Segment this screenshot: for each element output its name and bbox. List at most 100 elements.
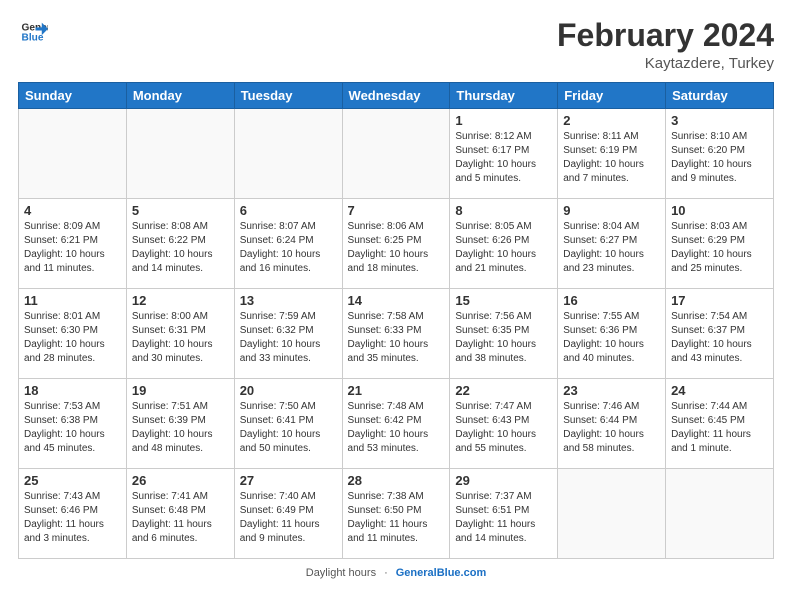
day-header-saturday: Saturday: [666, 83, 774, 109]
week-row-4: 18 Sunrise: 7:53 AMSunset: 6:38 PMDayligh…: [19, 379, 774, 469]
day-number: 23: [563, 383, 660, 398]
week-row-3: 11 Sunrise: 8:01 AMSunset: 6:30 PMDayligh…: [19, 289, 774, 379]
day-info: Sunrise: 8:01 AMSunset: 6:30 PMDaylight:…: [24, 310, 121, 366]
day-info: Sunrise: 8:07 AMSunset: 6:24 PMDaylight:…: [240, 220, 337, 276]
day-info: Sunrise: 7:56 AMSunset: 6:35 PMDaylight:…: [455, 310, 552, 366]
day-cell-12: 12 Sunrise: 8:00 AMSunset: 6:31 PMDayligh…: [126, 289, 234, 379]
day-cell-10: 10 Sunrise: 8:03 AMSunset: 6:29 PMDayligh…: [666, 199, 774, 289]
day-number: 12: [132, 293, 229, 308]
day-number: 3: [671, 113, 768, 128]
day-info: Sunrise: 8:10 AMSunset: 6:20 PMDaylight:…: [671, 130, 768, 186]
day-header-sunday: Sunday: [19, 83, 127, 109]
day-number: 19: [132, 383, 229, 398]
day-number: 17: [671, 293, 768, 308]
day-number: 25: [24, 473, 121, 488]
day-header-monday: Monday: [126, 83, 234, 109]
day-info: Sunrise: 7:47 AMSunset: 6:43 PMDaylight:…: [455, 400, 552, 456]
day-number: 22: [455, 383, 552, 398]
day-number: 5: [132, 203, 229, 218]
title-location: Kaytazdere, Turkey: [557, 55, 774, 72]
day-number: 24: [671, 383, 768, 398]
day-cell-22: 22 Sunrise: 7:47 AMSunset: 6:43 PMDayligh…: [450, 379, 558, 469]
day-cell-16: 16Sunrise: 7:55 AMSunset: 6:36 PMDayligh…: [558, 289, 666, 379]
day-info: Sunrise: 7:54 AMSunset: 6:37 PMDaylight:…: [671, 310, 768, 366]
day-info: Sunrise: 8:12 AMSunset: 6:17 PMDaylight:…: [455, 130, 552, 186]
day-number: 28: [348, 473, 445, 488]
day-number: 18: [24, 383, 121, 398]
day-header-tuesday: Tuesday: [234, 83, 342, 109]
day-cell-25: 25 Sunrise: 7:43 AMSunset: 6:46 PMDayligh…: [19, 469, 127, 559]
week-row-5: 25 Sunrise: 7:43 AMSunset: 6:46 PMDayligh…: [19, 469, 774, 559]
day-cell-2: 2 Sunrise: 8:11 AMSunset: 6:19 PMDaylight…: [558, 109, 666, 199]
day-info: Sunrise: 8:08 AMSunset: 6:22 PMDaylight:…: [132, 220, 229, 276]
empty-cell: [19, 109, 127, 199]
day-cell-6: 6 Sunrise: 8:07 AMSunset: 6:24 PMDaylight…: [234, 199, 342, 289]
daylight-label: Daylight hours: [306, 567, 376, 579]
day-info: Sunrise: 8:03 AMSunset: 6:29 PMDaylight:…: [671, 220, 768, 276]
day-info: Sunrise: 8:09 AMSunset: 6:21 PMDaylight:…: [24, 220, 121, 276]
day-cell-13: 13 Sunrise: 7:59 AMSunset: 6:32 PMDayligh…: [234, 289, 342, 379]
day-cell-27: 27 Sunrise: 7:40 AMSunset: 6:49 PMDayligh…: [234, 469, 342, 559]
day-info: Sunrise: 8:06 AMSunset: 6:25 PMDaylight:…: [348, 220, 445, 276]
footer: Daylight hours · GeneralBlue.com: [18, 567, 774, 579]
day-info: Sunrise: 7:43 AMSunset: 6:46 PMDaylight:…: [24, 490, 121, 546]
day-info: Sunrise: 7:58 AMSunset: 6:33 PMDaylight:…: [348, 310, 445, 366]
day-header-thursday: Thursday: [450, 83, 558, 109]
days-header-row: SundayMondayTuesdayWednesdayThursdayFrid…: [19, 83, 774, 109]
calendar-table: SundayMondayTuesdayWednesdayThursdayFrid…: [18, 82, 774, 559]
day-number: 4: [24, 203, 121, 218]
logo-icon: General Blue: [20, 18, 48, 46]
day-cell-8: 8 Sunrise: 8:05 AMSunset: 6:26 PMDaylight…: [450, 199, 558, 289]
day-cell-4: 4 Sunrise: 8:09 AMSunset: 6:21 PMDaylight…: [19, 199, 127, 289]
day-number: 21: [348, 383, 445, 398]
day-number: 26: [132, 473, 229, 488]
day-header-wednesday: Wednesday: [342, 83, 450, 109]
day-info: Sunrise: 8:05 AMSunset: 6:26 PMDaylight:…: [455, 220, 552, 276]
day-header-friday: Friday: [558, 83, 666, 109]
day-info: Sunrise: 7:37 AMSunset: 6:51 PMDaylight:…: [455, 490, 552, 546]
footer-source: GeneralBlue.com: [396, 567, 486, 579]
day-number: 9: [563, 203, 660, 218]
day-number: 15: [455, 293, 552, 308]
day-number: 1: [455, 113, 552, 128]
day-number: 6: [240, 203, 337, 218]
week-row-1: 1 Sunrise: 8:12 AMSunset: 6:17 PMDaylight…: [19, 109, 774, 199]
day-number: 8: [455, 203, 552, 218]
day-info: Sunrise: 8:00 AMSunset: 6:31 PMDaylight:…: [132, 310, 229, 366]
day-number: 10: [671, 203, 768, 218]
day-cell-3: 3 Sunrise: 8:10 AMSunset: 6:20 PMDaylight…: [666, 109, 774, 199]
day-info: Sunrise: 8:11 AMSunset: 6:19 PMDaylight:…: [563, 130, 660, 186]
day-cell-23: 23Sunrise: 7:46 AMSunset: 6:44 PMDayligh…: [558, 379, 666, 469]
title-month: February 2024: [557, 18, 774, 53]
day-info: Sunrise: 7:53 AMSunset: 6:38 PMDaylight:…: [24, 400, 121, 456]
empty-cell: [666, 469, 774, 559]
week-row-2: 4 Sunrise: 8:09 AMSunset: 6:21 PMDaylight…: [19, 199, 774, 289]
day-number: 27: [240, 473, 337, 488]
day-cell-9: 9 Sunrise: 8:04 AMSunset: 6:27 PMDaylight…: [558, 199, 666, 289]
day-info: Sunrise: 7:48 AMSunset: 6:42 PMDaylight:…: [348, 400, 445, 456]
day-info: Sunrise: 7:50 AMSunset: 6:41 PMDaylight:…: [240, 400, 337, 456]
header: General Blue February 2024 Kaytazdere, T…: [18, 18, 774, 72]
day-number: 2: [563, 113, 660, 128]
empty-cell: [126, 109, 234, 199]
empty-cell: [234, 109, 342, 199]
day-cell-24: 24Sunrise: 7:44 AMSunset: 6:45 PMDayligh…: [666, 379, 774, 469]
title-block: February 2024 Kaytazdere, Turkey: [557, 18, 774, 72]
day-cell-1: 1 Sunrise: 8:12 AMSunset: 6:17 PMDaylight…: [450, 109, 558, 199]
day-info: Sunrise: 7:41 AMSunset: 6:48 PMDaylight:…: [132, 490, 229, 546]
day-cell-5: 5 Sunrise: 8:08 AMSunset: 6:22 PMDaylight…: [126, 199, 234, 289]
day-cell-15: 15 Sunrise: 7:56 AMSunset: 6:35 PMDayligh…: [450, 289, 558, 379]
day-info: Sunrise: 7:40 AMSunset: 6:49 PMDaylight:…: [240, 490, 337, 546]
day-cell-18: 18 Sunrise: 7:53 AMSunset: 6:38 PMDayligh…: [19, 379, 127, 469]
day-info: Sunrise: 8:04 AMSunset: 6:27 PMDaylight:…: [563, 220, 660, 276]
svg-text:Blue: Blue: [22, 33, 44, 44]
page: General Blue February 2024 Kaytazdere, T…: [0, 0, 792, 612]
day-number: 11: [24, 293, 121, 308]
empty-cell: [342, 109, 450, 199]
day-info: Sunrise: 7:59 AMSunset: 6:32 PMDaylight:…: [240, 310, 337, 366]
day-number: 13: [240, 293, 337, 308]
day-cell-29: 29Sunrise: 7:37 AMSunset: 6:51 PMDayligh…: [450, 469, 558, 559]
day-number: 14: [348, 293, 445, 308]
day-cell-14: 14 Sunrise: 7:58 AMSunset: 6:33 PMDayligh…: [342, 289, 450, 379]
day-info: Sunrise: 7:55 AMSunset: 6:36 PMDaylight:…: [563, 310, 660, 366]
